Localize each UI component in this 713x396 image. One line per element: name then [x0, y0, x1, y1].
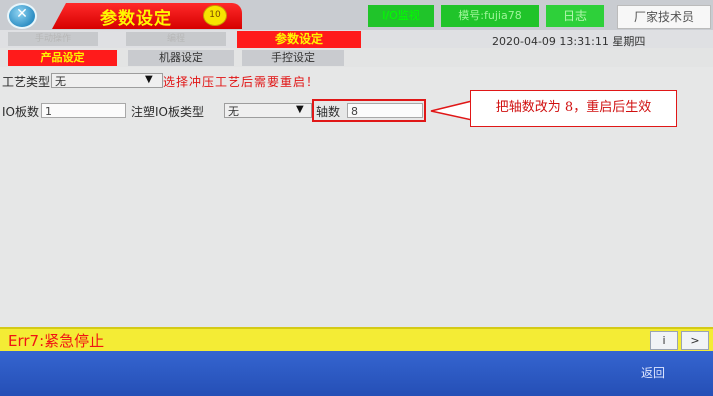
error-bar: [0, 327, 713, 351]
screen: ✕ 参数设定 10 I/O监视 模号:fujia78 日志 厂家技术员 手动操作…: [0, 0, 713, 396]
next-button[interactable]: >: [681, 331, 709, 350]
footer-bar: [0, 351, 713, 396]
error-message: Err7:紧急停止: [8, 332, 105, 350]
return-button[interactable]: 返回: [641, 364, 665, 381]
annotation-callout: 把轴数改为 8，重启后生效: [470, 90, 677, 127]
info-button[interactable]: i: [650, 331, 678, 350]
